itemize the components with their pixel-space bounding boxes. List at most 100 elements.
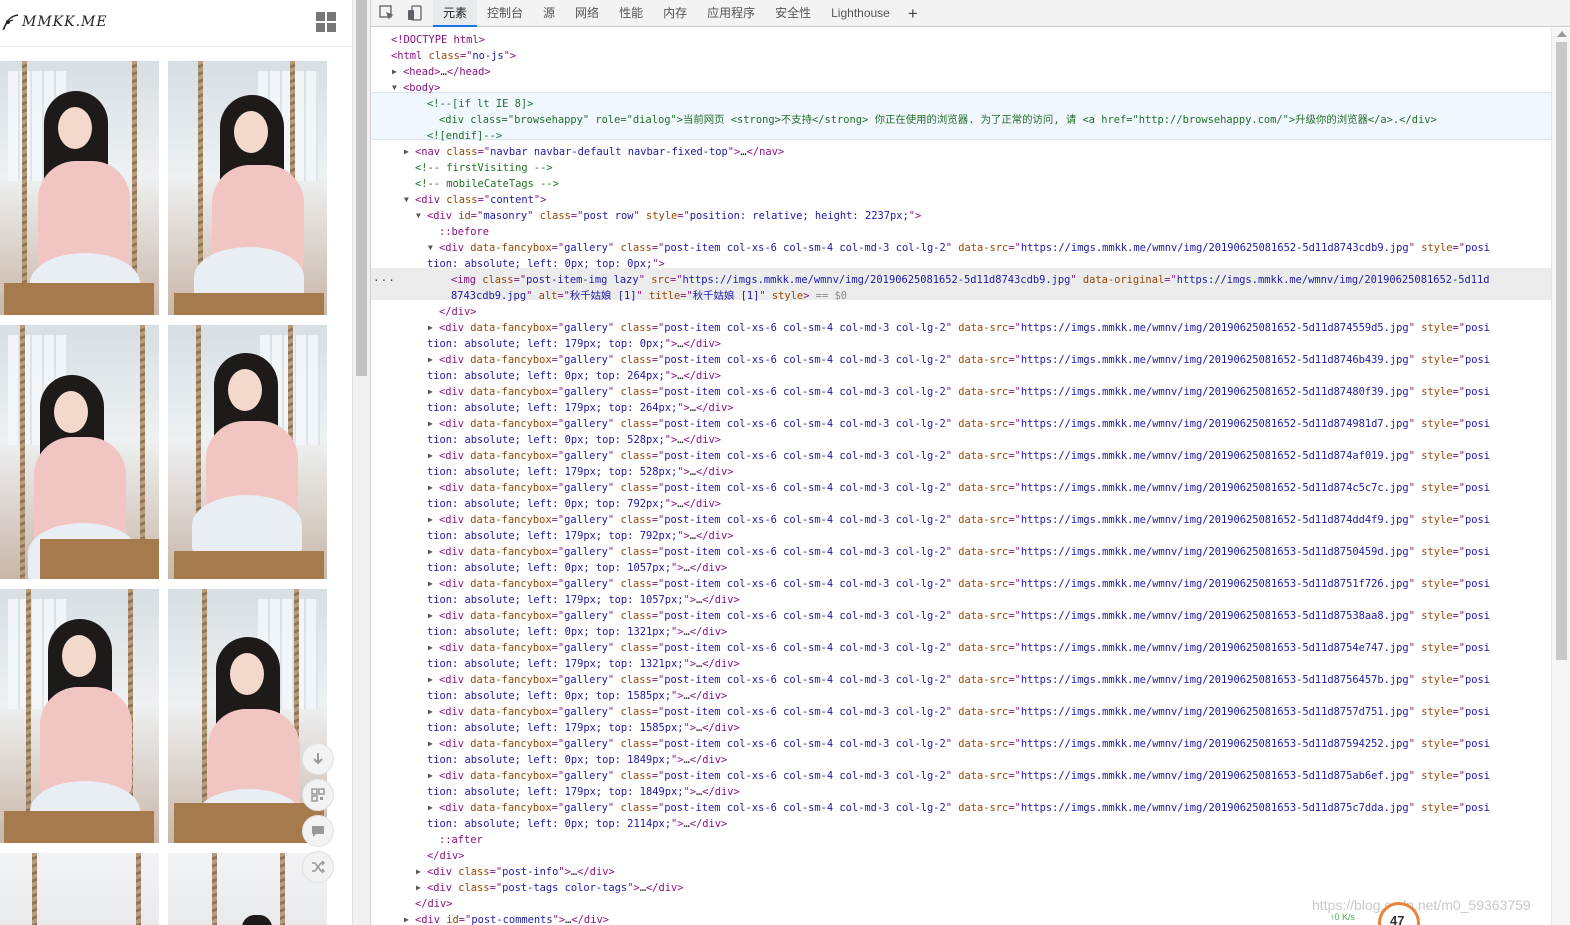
- tab-7[interactable]: 安全性: [765, 0, 821, 27]
- dom-node-line[interactable]: <!-- firstVisiting -->: [415, 160, 553, 176]
- expand-triangle-icon[interactable]: ▶: [428, 544, 438, 560]
- expand-triangle-icon[interactable]: ▶: [428, 416, 438, 432]
- tab-1[interactable]: 控制台: [477, 0, 533, 27]
- dom-node-line[interactable]: ▶ <div data-fancybox="gallery" class="pos…: [428, 704, 1490, 720]
- dom-node-line[interactable]: tion: absolute; left: 179px; top: 528px;…: [427, 464, 734, 480]
- scroll-up-arrow-icon[interactable]: [1557, 31, 1567, 37]
- node-actions-ellipsis[interactable]: ...: [373, 270, 396, 286]
- preview-scrollbar-thumb[interactable]: [356, 0, 367, 376]
- tab-5[interactable]: 内存: [653, 0, 697, 27]
- dom-node-line[interactable]: ▶ <div data-fancybox="gallery" class="pos…: [428, 736, 1490, 752]
- device-toolbar-icon[interactable]: [405, 3, 425, 23]
- dom-node-line[interactable]: ▶ <div data-fancybox="gallery" class="pos…: [428, 672, 1490, 688]
- add-tab-button[interactable]: +: [900, 1, 926, 26]
- dom-node-line[interactable]: ▶ <div data-fancybox="gallery" class="pos…: [428, 320, 1490, 336]
- dom-node-line[interactable]: tion: absolute; left: 179px; top: 1057px…: [427, 592, 740, 608]
- dom-node-line[interactable]: <img class="post-item-img lazy" src="htt…: [451, 272, 1490, 288]
- dom-node-line[interactable]: ▶ <div data-fancybox="gallery" class="pos…: [428, 384, 1490, 400]
- dom-node-line[interactable]: tion: absolute; left: 0px; top: 1849px;"…: [427, 752, 727, 768]
- dom-node-line[interactable]: ▶ <div data-fancybox="gallery" class="pos…: [428, 768, 1490, 784]
- expand-triangle-icon[interactable]: ▶: [428, 640, 438, 656]
- expand-triangle-icon[interactable]: ▶: [392, 64, 402, 80]
- dom-node-line[interactable]: </div>: [427, 848, 465, 864]
- dom-node-line[interactable]: ▶ <div data-fancybox="gallery" class="pos…: [428, 352, 1490, 368]
- dom-node-line[interactable]: <html class="no-js">: [391, 48, 516, 64]
- collapse-triangle-icon[interactable]: ▼: [416, 208, 426, 224]
- dom-node-line[interactable]: <!-- mobileCateTags -->: [415, 176, 559, 192]
- dom-node-line[interactable]: ▶ <div data-fancybox="gallery" class="pos…: [428, 640, 1490, 656]
- gallery-photo-5[interactable]: [0, 589, 159, 843]
- expand-triangle-icon[interactable]: ▶: [428, 384, 438, 400]
- expand-triangle-icon[interactable]: ▶: [428, 448, 438, 464]
- dom-node-line[interactable]: ▶ <div id="post-comments">…</div>: [404, 912, 609, 925]
- collapse-triangle-icon[interactable]: ▼: [404, 192, 414, 208]
- gallery-photo-2[interactable]: [168, 61, 327, 315]
- download-button[interactable]: [302, 743, 334, 775]
- dom-node-line[interactable]: tion: absolute; left: 0px; top: 1057px;"…: [427, 560, 727, 576]
- dom-node-line[interactable]: ▶ <div class="post-tags color-tags">…</di…: [416, 880, 684, 896]
- dom-node-line[interactable]: ▶ <div data-fancybox="gallery" class="pos…: [428, 544, 1490, 560]
- gallery-photo-7[interactable]: [0, 853, 159, 925]
- dom-node-line[interactable]: ▶ <head>…</head>: [392, 64, 491, 80]
- dom-node-line[interactable]: ▶ <div class="post-info">…</div>: [416, 864, 615, 880]
- expand-triangle-icon[interactable]: ▶: [428, 672, 438, 688]
- dom-node-line[interactable]: ▶ <nav class="navbar navbar-default navba…: [404, 144, 784, 160]
- dom-node-line[interactable]: </div>: [415, 896, 453, 912]
- dom-node-line[interactable]: ▼ <div data-fancybox="gallery" class="pos…: [428, 240, 1490, 256]
- expand-triangle-icon[interactable]: ▶: [428, 352, 438, 368]
- expand-triangle-icon[interactable]: ▶: [428, 512, 438, 528]
- tab-2[interactable]: 源: [533, 0, 565, 27]
- dom-node-line[interactable]: ▼ <div id="masonry" class="post row" styl…: [416, 208, 921, 224]
- grid-view-icon[interactable]: [316, 12, 336, 32]
- dom-node-line[interactable]: tion: absolute; left: 0px; top: 0px;">: [427, 256, 665, 272]
- expand-triangle-icon[interactable]: ▶: [416, 864, 426, 880]
- preview-scrollbar[interactable]: [352, 0, 370, 925]
- dom-node-line[interactable]: ::after: [439, 832, 483, 848]
- dom-node-line[interactable]: ▶ <div data-fancybox="gallery" class="pos…: [428, 448, 1490, 464]
- expand-triangle-icon[interactable]: ▶: [428, 800, 438, 816]
- dom-node-line[interactable]: tion: absolute; left: 179px; top: 792px;…: [427, 528, 734, 544]
- dom-node-line[interactable]: tion: absolute; left: 179px; top: 1585px…: [427, 720, 740, 736]
- dom-node-line[interactable]: 8743cdb9.jpg" alt="秋千姑娘 [1]" title="秋千姑娘…: [451, 288, 847, 304]
- tab-3[interactable]: 网络: [565, 0, 609, 27]
- dom-node-line[interactable]: ▼ <div class="content">: [404, 192, 546, 208]
- tab-4[interactable]: 性能: [609, 0, 653, 27]
- gallery-photo-6[interactable]: [168, 589, 327, 843]
- tab-8[interactable]: Lighthouse: [821, 0, 900, 27]
- expand-triangle-icon[interactable]: ▶: [404, 912, 414, 925]
- site-logo[interactable]: MMKK.ME: [2, 13, 108, 31]
- shuffle-button[interactable]: [302, 851, 334, 883]
- expand-triangle-icon[interactable]: ▶: [428, 480, 438, 496]
- expand-triangle-icon[interactable]: ▶: [428, 768, 438, 784]
- dom-node-line[interactable]: ▶ <div data-fancybox="gallery" class="pos…: [428, 416, 1490, 432]
- expand-triangle-icon[interactable]: ▶: [428, 320, 438, 336]
- collapse-triangle-icon[interactable]: ▼: [428, 240, 438, 256]
- expand-triangle-icon[interactable]: ▶: [428, 608, 438, 624]
- expand-triangle-icon[interactable]: ▶: [428, 736, 438, 752]
- expand-triangle-icon[interactable]: ▶: [428, 576, 438, 592]
- dom-node-line[interactable]: <div class="browsehappy" role="dialog">当…: [439, 112, 1437, 128]
- dom-scrollbar-thumb[interactable]: [1556, 42, 1567, 660]
- dom-node-line[interactable]: ▶ <div data-fancybox="gallery" class="pos…: [428, 480, 1490, 496]
- dom-node-line[interactable]: ▼ <body>: [392, 80, 441, 96]
- dom-node-line[interactable]: tion: absolute; left: 179px; top: 1849px…: [427, 784, 740, 800]
- dom-node-line[interactable]: tion: absolute; left: 0px; top: 2114px;"…: [427, 816, 727, 832]
- dom-node-line[interactable]: tion: absolute; left: 179px; top: 0px;">…: [427, 336, 721, 352]
- dom-node-line[interactable]: ▶ <div data-fancybox="gallery" class="pos…: [428, 512, 1490, 528]
- dom-node-line[interactable]: tion: absolute; left: 0px; top: 1585px;"…: [427, 688, 727, 704]
- dom-node-line[interactable]: ::before: [439, 224, 489, 240]
- dom-node-line[interactable]: ▶ <div data-fancybox="gallery" class="pos…: [428, 608, 1490, 624]
- gallery-photo-4[interactable]: [168, 325, 327, 579]
- inspect-element-icon[interactable]: [377, 3, 397, 23]
- dom-node-line[interactable]: <!DOCTYPE html>: [391, 32, 485, 48]
- dom-node-line[interactable]: tion: absolute; left: 0px; top: 528px;">…: [427, 432, 721, 448]
- comment-button[interactable]: [302, 815, 334, 847]
- dom-node-line[interactable]: tion: absolute; left: 179px; top: 264px;…: [427, 400, 734, 416]
- dom-node-line[interactable]: </div>: [439, 304, 477, 320]
- gallery-photo-1[interactable]: [0, 61, 159, 315]
- dom-scrollbar[interactable]: [1551, 28, 1570, 925]
- expand-triangle-icon[interactable]: ▶: [404, 144, 414, 160]
- expand-triangle-icon[interactable]: ▶: [428, 704, 438, 720]
- tab-0[interactable]: 元素: [433, 0, 478, 27]
- collapse-triangle-icon[interactable]: ▼: [392, 80, 402, 96]
